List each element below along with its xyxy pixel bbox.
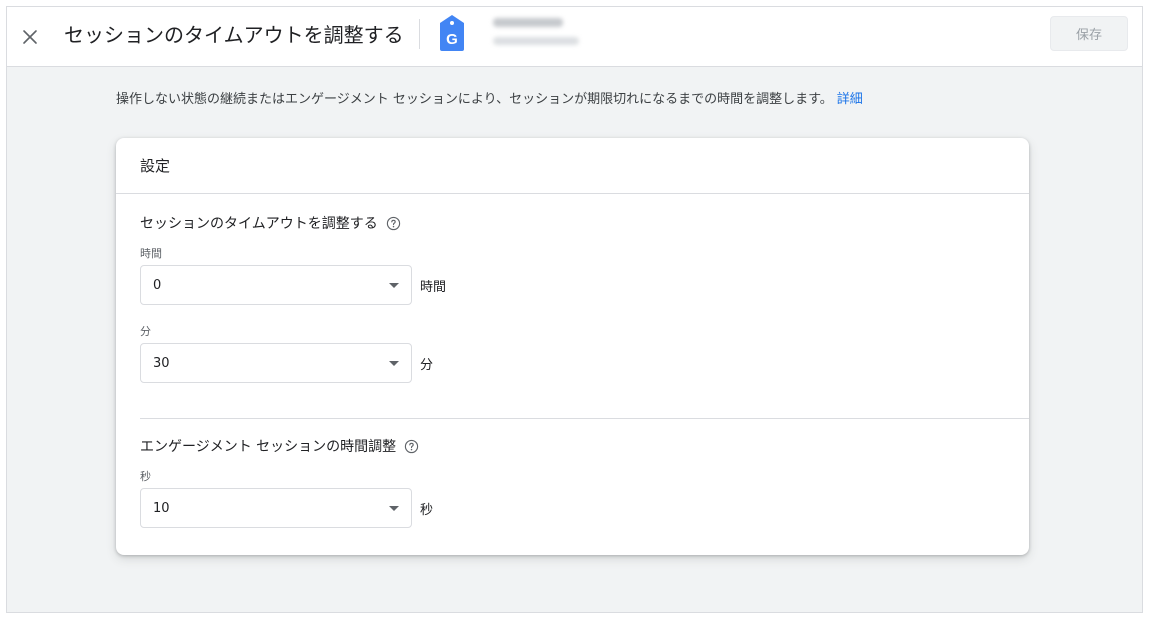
hours-value: 0 xyxy=(153,277,162,293)
seconds-value: 10 xyxy=(153,500,170,516)
minutes-row: 30 分 xyxy=(140,343,1029,383)
close-button[interactable] xyxy=(15,22,45,52)
description-text: 操作しない状態の継続またはエンゲージメント セッションにより、セッションが期限切… xyxy=(116,92,833,107)
seconds-label: 秒 xyxy=(140,470,151,483)
caret-down-icon xyxy=(389,282,399,288)
hours-select[interactable]: 0 xyxy=(140,265,412,305)
seconds-row: 10 秒 xyxy=(140,488,1029,528)
minutes-value: 30 xyxy=(153,355,170,371)
hours-unit: 時間 xyxy=(420,279,447,295)
dialog-frame: セッションのタイムアウトを調整する G 保存 操作しない状態の継続またはエンゲー… xyxy=(6,6,1143,613)
timeout-title-text: セッションのタイムアウトを調整する xyxy=(140,216,378,232)
top-bar: セッションのタイムアウトを調整する G 保存 xyxy=(7,7,1142,67)
hours-label: 時間 xyxy=(140,247,162,260)
description: 操作しない状態の継続またはエンゲージメント セッションにより、セッションが期限切… xyxy=(116,91,863,109)
learn-more-link[interactable]: 詳細 xyxy=(837,92,863,107)
page-title: セッションのタイムアウトを調整する xyxy=(64,23,404,47)
seconds-unit: 秒 xyxy=(420,502,434,518)
card-title: 設定 xyxy=(116,138,1029,194)
caret-down-icon xyxy=(389,505,399,511)
seconds-select[interactable]: 10 xyxy=(140,488,412,528)
help-icon[interactable] xyxy=(386,216,401,231)
close-icon xyxy=(23,30,37,44)
caret-down-icon xyxy=(389,360,399,366)
timeout-section: セッションのタイムアウトを調整する 時間 0 時間 分 30 分 xyxy=(140,213,1029,383)
section-divider xyxy=(140,418,1029,419)
save-button[interactable]: 保存 xyxy=(1050,16,1128,51)
google-tag-icon: G xyxy=(440,15,464,51)
timeout-section-title: セッションのタイムアウトを調整する xyxy=(140,213,1029,233)
help-icon[interactable] xyxy=(404,439,419,454)
minutes-select[interactable]: 30 xyxy=(140,343,412,383)
property-name-redacted xyxy=(493,18,563,27)
engaged-section-title: エンゲージメント セッションの時間調整 xyxy=(140,436,1029,456)
hours-row: 0 時間 xyxy=(140,265,1029,305)
minutes-label: 分 xyxy=(140,325,151,338)
engaged-title-text: エンゲージメント セッションの時間調整 xyxy=(140,439,397,455)
title-divider xyxy=(419,19,420,49)
svg-text:G: G xyxy=(446,31,458,48)
engaged-section: エンゲージメント セッションの時間調整 秒 10 秒 xyxy=(140,436,1029,528)
settings-card: 設定 セッションのタイムアウトを調整する 時間 0 時間 分 30 分 エンゲー… xyxy=(116,138,1029,555)
minutes-unit: 分 xyxy=(420,357,434,373)
property-id-redacted xyxy=(493,37,579,45)
